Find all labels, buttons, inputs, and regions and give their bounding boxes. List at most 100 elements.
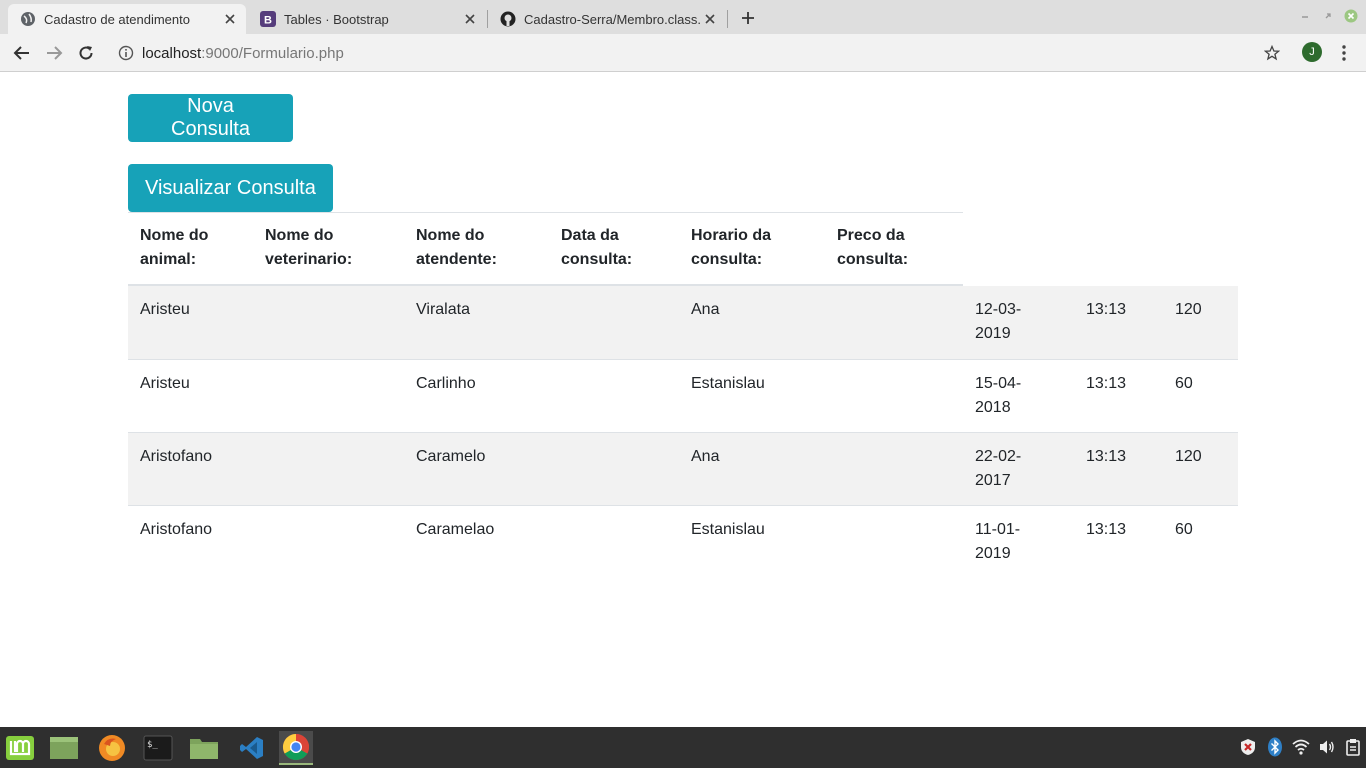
tab-cadastro[interactable]: Cadastro de atendimento bbox=[8, 4, 246, 34]
tray-clipboard[interactable] bbox=[1343, 737, 1363, 757]
column-header-veterinario: Nome do veterinario: bbox=[265, 227, 353, 268]
arrow-left-icon bbox=[13, 46, 29, 60]
column-header-atendente: Nome do atendente: bbox=[416, 227, 497, 268]
github-icon bbox=[500, 11, 516, 27]
tray-bluetooth[interactable] bbox=[1265, 737, 1285, 757]
new-tab-button[interactable] bbox=[737, 7, 759, 29]
cell-preco: 120 bbox=[1175, 301, 1202, 318]
cell-horario: 13:13 bbox=[1086, 301, 1127, 318]
close-tab-icon[interactable] bbox=[702, 11, 718, 27]
maximize-button[interactable] bbox=[1321, 9, 1335, 23]
tab-title: Cadastro-Serra/Membro.class. bbox=[524, 11, 701, 27]
shield-icon bbox=[1241, 739, 1255, 755]
cell-preco: 120 bbox=[1175, 448, 1202, 465]
tab-separator bbox=[727, 10, 728, 28]
back-button[interactable] bbox=[10, 41, 34, 65]
table-row: Aristofano Caramelao Estanislau 11-01-20… bbox=[128, 505, 1238, 578]
mint-menu-button[interactable] bbox=[3, 731, 37, 765]
taskbar-firefox[interactable] bbox=[95, 731, 129, 765]
url-host: localhost bbox=[142, 44, 202, 62]
cell-animal: Aristeu bbox=[140, 301, 190, 318]
cell-animal: Aristofano bbox=[140, 521, 213, 538]
table-row: Aristeu Viralata Ana 12-03-2019 13:13 12… bbox=[128, 286, 1238, 359]
vscode-icon bbox=[240, 737, 263, 759]
tray-wifi[interactable] bbox=[1291, 737, 1311, 757]
minimize-icon bbox=[1302, 16, 1308, 18]
tray-shield[interactable] bbox=[1238, 737, 1258, 757]
reload-icon bbox=[79, 46, 93, 60]
chrome-icon bbox=[282, 733, 310, 761]
bookmark-button[interactable] bbox=[1260, 41, 1284, 65]
nova-consulta-button[interactable]: Nova Consulta bbox=[128, 94, 293, 142]
visualizar-consulta-button[interactable]: Visualizar Consulta bbox=[128, 164, 333, 212]
star-icon bbox=[1264, 45, 1280, 61]
cell-atendente: Estanislau bbox=[691, 521, 765, 538]
files-icon bbox=[190, 739, 218, 759]
tray-volume[interactable] bbox=[1317, 737, 1337, 757]
profile-avatar[interactable]: J bbox=[1302, 42, 1322, 62]
cell-horario: 13:13 bbox=[1086, 448, 1127, 465]
clipboard-icon bbox=[1346, 739, 1360, 756]
address-bar[interactable]: localhost:9000/Formulario.php bbox=[108, 39, 1288, 67]
cell-veterinario: Caramelo bbox=[416, 448, 486, 465]
tab-bootstrap[interactable]: B Tables · Bootstrap bbox=[248, 4, 486, 34]
tab-title: Tables · Bootstrap bbox=[284, 11, 389, 27]
bootstrap-icon: B bbox=[260, 11, 276, 27]
cell-atendente: Ana bbox=[691, 301, 720, 318]
cell-animal: Aristofano bbox=[140, 448, 213, 465]
more-vert-icon bbox=[1342, 45, 1346, 61]
menu-button[interactable] bbox=[1332, 41, 1356, 65]
arrow-right-icon bbox=[47, 46, 63, 60]
maximize-icon bbox=[1325, 13, 1331, 19]
taskbar: $_ bbox=[0, 727, 1366, 768]
cell-veterinario: Viralata bbox=[416, 301, 470, 318]
cell-atendente: Ana bbox=[691, 448, 720, 465]
cell-horario: 13:13 bbox=[1086, 375, 1127, 392]
close-tab-icon[interactable] bbox=[222, 11, 238, 27]
cell-veterinario: Carlinho bbox=[416, 375, 476, 392]
column-header-animal: Nome do animal: bbox=[140, 227, 209, 268]
taskbar-vscode[interactable] bbox=[235, 731, 269, 765]
cell-atendente: Estanislau bbox=[691, 375, 765, 392]
mint-menu-icon bbox=[6, 736, 34, 760]
svg-text:B: B bbox=[264, 15, 272, 27]
cell-horario: 13:13 bbox=[1086, 521, 1127, 538]
cell-preco: 60 bbox=[1175, 375, 1193, 392]
plus-icon bbox=[742, 12, 754, 24]
close-tab-icon[interactable] bbox=[462, 11, 478, 27]
svg-text:$_: $_ bbox=[147, 740, 158, 750]
taskbar-chrome[interactable] bbox=[279, 731, 313, 765]
column-header-preco: Preco da consulta: bbox=[837, 227, 909, 268]
terminal-icon: $_ bbox=[143, 735, 173, 761]
desktop-folder-icon bbox=[50, 737, 78, 759]
minimize-button[interactable] bbox=[1298, 9, 1312, 23]
reload-button[interactable] bbox=[74, 41, 98, 65]
volume-icon bbox=[1320, 740, 1334, 754]
cell-data: 22-02-2017 bbox=[975, 448, 1022, 489]
table-row: Aristofano Caramelo Ana 22-02-2017 13:13… bbox=[128, 432, 1238, 505]
tab-strip: Cadastro de atendimento B Tables · Boots… bbox=[0, 0, 1366, 34]
page-content: Nova Consulta Visualizar Consulta Nome d… bbox=[0, 72, 1366, 727]
browser-toolbar: localhost:9000/Formulario.php J bbox=[0, 34, 1366, 72]
globe-icon bbox=[21, 12, 35, 26]
tab-github[interactable]: Cadastro-Serra/Membro.class. bbox=[488, 4, 726, 34]
cell-data: 15-04-2018 bbox=[975, 375, 1022, 416]
wifi-icon bbox=[1292, 739, 1310, 755]
column-header-data: Data da consulta: bbox=[561, 227, 633, 268]
cell-data: 12-03-2019 bbox=[975, 301, 1022, 342]
cell-data: 11-01-2019 bbox=[975, 521, 1021, 562]
taskbar-terminal[interactable]: $_ bbox=[141, 731, 175, 765]
taskbar-files[interactable] bbox=[187, 731, 221, 765]
close-window-button[interactable] bbox=[1344, 9, 1358, 23]
taskbar-show-desktop[interactable] bbox=[47, 731, 81, 765]
tab-title: Cadastro de atendimento bbox=[44, 11, 190, 27]
table-row: Aristeu Carlinho Estanislau 15-04-2018 1… bbox=[128, 359, 1238, 432]
info-icon[interactable] bbox=[118, 45, 134, 61]
column-header-horario: Horario da consulta: bbox=[691, 227, 772, 268]
firefox-icon bbox=[99, 735, 125, 761]
forward-button[interactable] bbox=[42, 41, 66, 65]
cell-veterinario: Caramelao bbox=[416, 521, 495, 538]
close-icon bbox=[1344, 9, 1358, 23]
bluetooth-icon bbox=[1268, 737, 1282, 757]
cell-animal: Aristeu bbox=[140, 375, 190, 392]
